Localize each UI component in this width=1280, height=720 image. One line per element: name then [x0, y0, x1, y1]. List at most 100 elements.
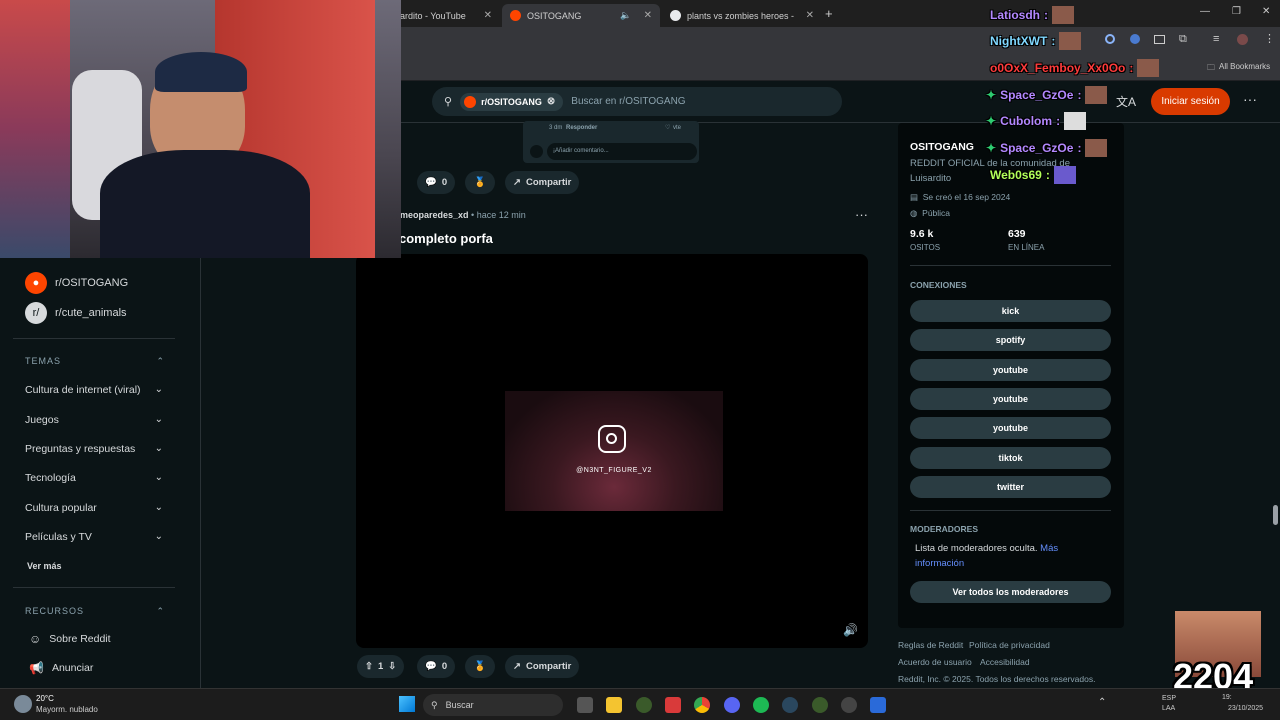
chat-message: Web0s69:	[990, 166, 1076, 184]
upvote-icon[interactable]: ⇧	[365, 661, 373, 672]
sidebar-community-cute-animals[interactable]: r/ r/cute_animals	[25, 302, 127, 324]
footer-link-user-agreement[interactable]: Acuerdo de usuario	[898, 657, 972, 667]
vote-buttons[interactable]: ⇧ 1 ⇩	[357, 655, 405, 678]
chat-message: ✦ Space_GzOe:	[986, 86, 1108, 104]
online-label: EN LÍNEA	[1008, 243, 1045, 252]
award-button[interactable]: 🏅	[465, 171, 495, 194]
puzzle-icon[interactable]: ⧉	[1179, 33, 1187, 46]
spotify-icon[interactable]	[753, 697, 769, 713]
post-options-icon[interactable]: ···	[855, 207, 868, 222]
language-indicator[interactable]: ESP LAA	[1162, 694, 1182, 714]
post-title[interactable]: completo porfa	[399, 231, 493, 246]
app-icon[interactable]	[665, 697, 681, 713]
chevron-up-icon[interactable]: ⌃	[1098, 697, 1106, 708]
sidebar-item-anunciar[interactable]: 📢 Anunciar	[29, 661, 93, 675]
sidebar-item-preguntas[interactable]: Preguntas y respuestas ⌄	[25, 443, 165, 455]
sidebar-community-ositogang[interactable]: ● r/OSITOGANG	[25, 272, 128, 294]
extension-icon[interactable]	[1154, 35, 1165, 44]
close-icon[interactable]: ✕	[484, 10, 492, 21]
tab-ositogang[interactable]: OSITOGANG 🔈 ✕	[502, 4, 660, 27]
app-icon[interactable]	[870, 697, 886, 713]
menu-icon[interactable]: ⋮	[1264, 32, 1275, 45]
search-bar[interactable]: ⚲ r/OSITOGANG ⊗ Buscar en r/OSITOGANG	[432, 87, 842, 116]
footer-link-accessibility[interactable]: Accesibilidad	[980, 657, 1030, 667]
sidebar-item-juegos[interactable]: Juegos ⌄	[25, 414, 165, 426]
tab-youtube[interactable]: ardito - YouTube ✕	[392, 4, 500, 27]
award-button[interactable]: 🏅	[465, 655, 495, 678]
community-chip[interactable]: r/OSITOGANG ⊗	[460, 92, 564, 111]
share-button[interactable]: ↗ Compartir	[505, 171, 580, 194]
file-explorer-icon[interactable]	[606, 697, 622, 713]
tab-google-search[interactable]: plants vs zombies heroes - Busc ✕	[662, 4, 822, 27]
connection-youtube-button[interactable]: youtube	[910, 359, 1111, 381]
login-button[interactable]: Iniciar sesión	[1151, 88, 1230, 115]
discord-icon[interactable]	[724, 697, 740, 713]
steam-icon[interactable]	[782, 697, 798, 713]
item-label: Sobre Reddit	[49, 633, 111, 645]
translate-icon[interactable]: 文A	[1116, 93, 1136, 110]
close-icon[interactable]: ✕	[806, 10, 814, 21]
clock-date[interactable]: 23/10/2025	[1228, 705, 1263, 712]
close-icon[interactable]: ✕	[644, 10, 652, 21]
scrollbar-thumb[interactable]	[1273, 505, 1278, 525]
footer-link-privacy[interactable]: Política de privacidad	[969, 640, 1050, 650]
taskbar-search-label: Buscar	[445, 700, 474, 710]
reply-link[interactable]: Responder	[566, 125, 597, 131]
weather-icon[interactable]	[14, 695, 32, 713]
more-options-icon[interactable]: ···	[1243, 91, 1257, 107]
downvote-icon[interactable]: ⇩	[388, 661, 396, 672]
clear-icon[interactable]: ⊗	[547, 96, 555, 107]
sidebar-item-peliculas[interactable]: Películas y TV ⌄	[25, 531, 165, 543]
weather-temp: 20°C	[36, 694, 54, 703]
post-author[interactable]: meoparedes_xd	[400, 210, 469, 220]
chat-message: ✦ Space_GzOe:	[986, 139, 1108, 157]
share-button[interactable]: ↗ Compartir	[505, 655, 580, 678]
new-tab-icon[interactable]: +	[825, 6, 833, 21]
chrome-icon[interactable]	[694, 697, 710, 713]
view-all-moderators-button[interactable]: Ver todos los moderadores	[910, 581, 1111, 603]
comment-input[interactable]: ¡Añadir comentario...	[547, 143, 697, 160]
task-view-icon[interactable]	[577, 697, 593, 713]
footer-link-rules[interactable]: Reglas de Reddit	[898, 640, 963, 650]
sidebar-item-sobre-reddit[interactable]: ☺ Sobre Reddit	[29, 632, 111, 646]
comments-button[interactable]: 💬 0	[417, 171, 456, 194]
connection-kick-button[interactable]: kick	[910, 300, 1111, 322]
app-icon[interactable]	[841, 697, 857, 713]
share-label: Compartir	[525, 661, 572, 672]
connection-youtube-button[interactable]: youtube	[910, 417, 1111, 439]
chat-message: NightXWT:	[990, 32, 1082, 50]
app-icon[interactable]	[812, 697, 828, 713]
sidebar-item-tecnologia[interactable]: Tecnología ⌄	[25, 472, 165, 484]
sidebar-item-cultura-internet[interactable]: Cultura de internet (viral) ⌄	[25, 384, 165, 396]
recursos-section-header[interactable]: RECURSOS ⌃	[25, 606, 165, 616]
window-close-icon[interactable]: ✕	[1262, 6, 1270, 17]
see-more-link[interactable]: Ver más	[27, 561, 167, 571]
extension-icon[interactable]	[1105, 34, 1115, 44]
comment-preview: 3 dm Responder ♡ vte ¡Añadir comentario.…	[523, 121, 699, 163]
connection-tiktok-button[interactable]: tiktok	[910, 447, 1111, 469]
taskbar-search[interactable]: ⚲ Buscar	[423, 694, 563, 716]
comment-icon: 💬	[425, 177, 437, 188]
temas-section-header[interactable]: TEMAS ⌃	[25, 356, 165, 366]
speaker-icon[interactable]: 🔈	[620, 10, 631, 21]
connection-twitter-button[interactable]: twitter	[910, 476, 1111, 498]
connection-youtube-button[interactable]: youtube	[910, 388, 1111, 410]
connection-spotify-button[interactable]: spotify	[910, 329, 1111, 351]
app-icon[interactable]	[636, 697, 652, 713]
badge-icon: ✦	[986, 114, 997, 128]
section-title: RECURSOS	[25, 606, 85, 616]
sidebar-item-cultura-popular[interactable]: Cultura popular ⌄	[25, 502, 165, 514]
heart-icon[interactable]: ♡	[665, 124, 670, 131]
maximize-icon[interactable]: ❐	[1232, 6, 1241, 17]
minimize-icon[interactable]: —	[1200, 6, 1210, 17]
emote-icon	[1085, 139, 1108, 157]
clock-time[interactable]: 19:	[1222, 694, 1232, 701]
profile-avatar[interactable]	[1237, 34, 1248, 45]
volume-icon[interactable]: 🔊	[843, 623, 858, 637]
all-bookmarks[interactable]: 🗀 All Bookmarks	[1207, 62, 1270, 76]
extension-icon[interactable]	[1130, 34, 1140, 44]
chat-username: Web0s69	[990, 168, 1042, 182]
windows-start-icon[interactable]	[399, 696, 415, 712]
media-icon[interactable]: ≡	[1213, 33, 1219, 45]
comments-button[interactable]: 💬 0	[417, 655, 456, 678]
